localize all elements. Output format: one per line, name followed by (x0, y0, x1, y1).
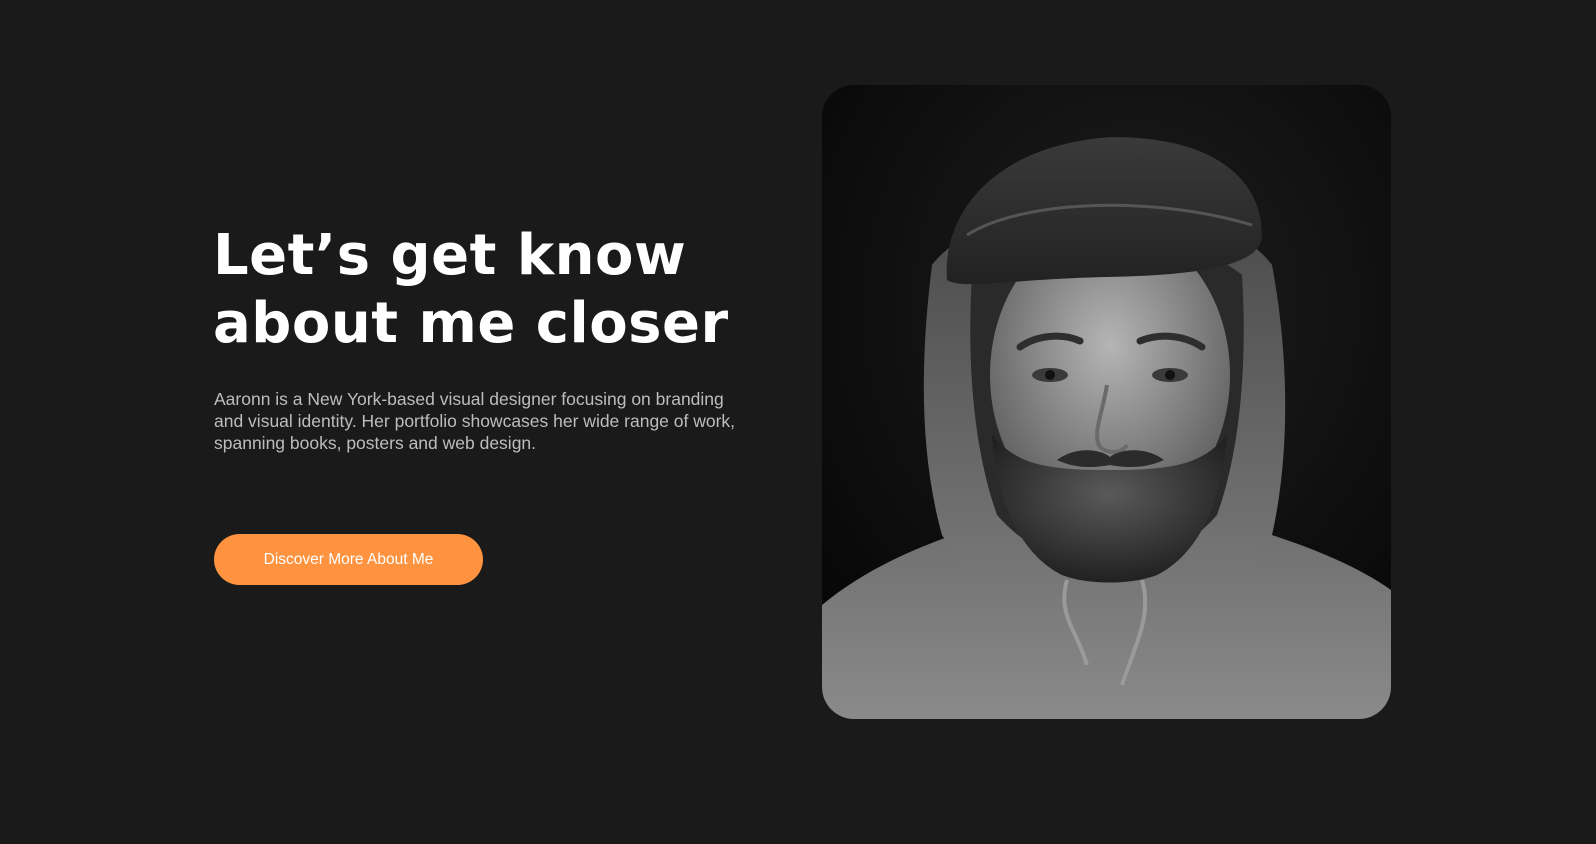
discover-more-button[interactable]: Discover More About Me (214, 534, 483, 585)
heading-line-1: Let’s get know (213, 223, 687, 288)
heading-line-2: about me closer (213, 291, 729, 356)
about-description: Aaronn is a New York-based visual design… (214, 389, 736, 453)
about-section: Let’s get know about me closer Aaronn is… (0, 0, 1596, 844)
portrait-photo (822, 85, 1391, 719)
section-heading: Let’s get know about me closer (213, 222, 773, 358)
